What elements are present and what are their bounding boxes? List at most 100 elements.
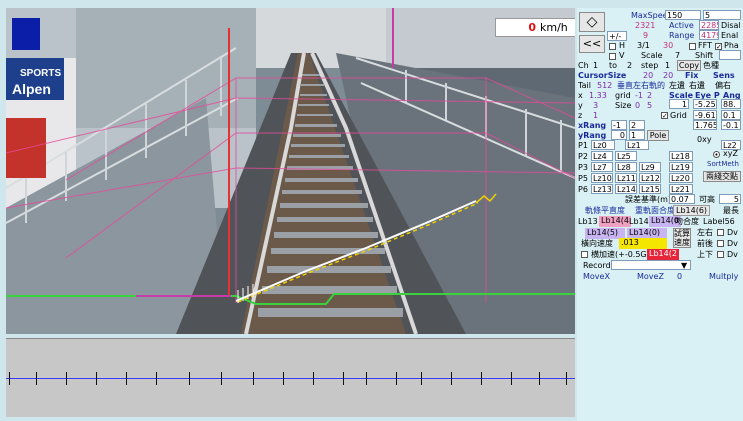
longest-label: 最長 [723,206,739,215]
p6-label: P6 [578,185,588,194]
yrang-input-1[interactable]: 0 [611,130,627,140]
z-value: 1 [593,111,599,120]
lz10-field[interactable]: Lz10 [591,173,613,183]
timeline-tick [96,372,97,385]
xyz-radio[interactable]: • [713,151,720,159]
lz13-field[interactable]: Lz13 [591,184,613,194]
lz1-field[interactable]: Lz1 [625,140,649,150]
eyep-input-1[interactable]: -5.25 [693,99,717,109]
yrang-input-2[interactable]: 1 [629,130,645,140]
ang-input-2[interactable]: 0.1 [721,110,741,120]
maxspeed-input[interactable]: 150 [665,10,701,20]
lz19-field[interactable]: Lz19 [669,162,693,172]
lb14-4-tag: Lb14(4 [599,216,631,227]
shift-input[interactable] [719,50,741,60]
lz14-field[interactable]: Lz14 [615,184,637,194]
record-dropdown-icon[interactable]: ▼ [681,261,687,271]
lz7-field[interactable]: Lz7 [591,162,613,172]
active-input[interactable]: 2285 [699,20,719,30]
lz20-field[interactable]: Lz20 [669,173,693,183]
z-label: z [578,111,583,120]
intersection-button[interactable]: 兩綫交點 [703,171,741,182]
lb14-6-tag: Lb14(6) [673,205,711,216]
record-select[interactable] [611,260,691,270]
lz4-field[interactable]: Lz4 [591,151,613,161]
eyep-input-2[interactable]: -9.61 [693,110,717,120]
speed-display: 0 km/h [495,18,575,37]
lz0-field[interactable]: Lz0 [591,140,615,150]
to-label: to [609,61,618,70]
oxy-label: 0xy [697,135,712,144]
lz18-field[interactable]: Lz18 [669,151,693,161]
grid-checkbox[interactable]: ✓ [661,112,668,120]
bias-right-label: 偏右 [715,81,731,90]
range-label: Range [669,31,695,40]
dv-label-3: Dv [727,250,738,259]
pole-button[interactable]: Pole [647,130,669,141]
fft-checkbox[interactable] [689,43,696,50]
xyz-label: xyZ [723,149,738,158]
video-view[interactable]: SPORTS Alpen 0 km/h [6,8,575,334]
size-value-2: 5 [647,101,653,110]
xrang-label: xRang [578,121,607,130]
tail-value: 512 [597,81,613,90]
ang-input-1[interactable]: 88. [721,99,741,109]
right-option[interactable]: 右遺 [689,81,705,91]
possible-height-label: 可高 [699,195,715,204]
copy-button[interactable]: Copy [677,60,701,71]
left-option[interactable]: 左遺 [669,81,685,91]
range-input[interactable]: 4179 [699,30,719,40]
xrang-input-1[interactable]: -1 [611,120,627,130]
maxspeed-input-2[interactable]: 5 [703,10,741,20]
tolerance-input[interactable]: 0.07 [669,194,695,204]
sens-label: Sens [713,71,735,80]
scale-label: Scale [641,51,663,60]
scale-input[interactable]: 1 [669,99,689,109]
rewind-button[interactable]: << [579,35,605,53]
ang-input-3[interactable]: -0.1 [721,120,741,130]
lz15-field[interactable]: Lz15 [639,184,661,194]
lz11-field[interactable]: Lz11 [615,173,637,183]
fix-label: Fix [685,71,699,80]
movex-label: MoveX [583,272,610,281]
timeline-track[interactable] [6,338,575,417]
h-checkbox[interactable] [609,43,616,50]
pha-checkbox[interactable]: ✓ [715,43,722,51]
ch-value: 1 [593,61,599,70]
slash-input[interactable]: +/- [607,31,627,41]
trial-speed-button[interactable]: 試算速度 [673,228,691,248]
dv-checkbox-1[interactable] [717,229,724,236]
grid-value-1: -1 [635,91,643,100]
disable-label[interactable]: Disal [721,21,741,31]
enable-label[interactable]: Enal [721,31,738,41]
possible-height-input[interactable]: 5 [719,194,741,204]
size-value-1: 0 [635,101,641,110]
lz8-field[interactable]: Lz8 [615,162,637,172]
dv-checkbox-2[interactable] [717,240,724,247]
timeline-tick [66,372,67,385]
timeline-tick [451,372,452,385]
timeline-tick [189,372,190,385]
dv-label-2: Dv [727,239,738,248]
y-value: 3 [593,101,599,110]
step-label: step [641,61,659,70]
grid-checkbox-label: Grid [670,111,687,120]
lz12-field[interactable]: Lz12 [639,173,661,183]
lz9-field[interactable]: Lz9 [639,162,661,172]
ch-label: Ch [578,61,589,70]
eyep-input-3[interactable]: 1.765 [693,120,717,130]
v-checkbox[interactable] [609,53,616,60]
p5-label: P5 [578,174,588,183]
color-type-label: 色種 [703,61,719,70]
lz21-field[interactable]: Lz21 [669,184,693,194]
lz5-field[interactable]: Lz5 [615,151,637,161]
dv-checkbox-3[interactable] [717,251,724,258]
lateral-accel-checkbox[interactable] [581,251,588,258]
alpen-sign-text: Alpen [12,81,51,97]
h-label: H [619,41,626,50]
xrang-input-2[interactable]: 2 [629,120,645,130]
cursorsize-label: CursorSize [578,71,627,80]
diamond-button[interactable]: ◇ [579,12,605,32]
rail-fit-label: 重軌面合度 [635,206,675,215]
timeline-tick [253,372,254,385]
